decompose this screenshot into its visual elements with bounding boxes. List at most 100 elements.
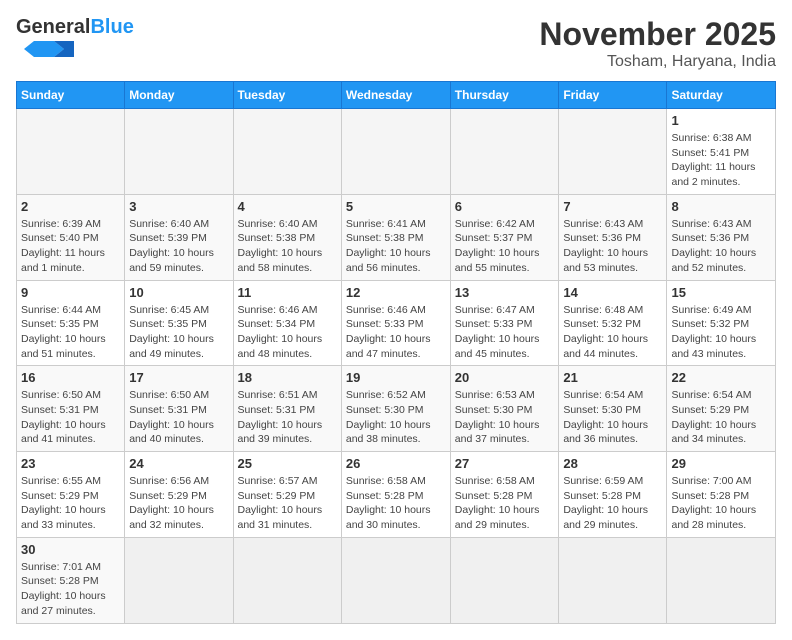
day-header-tuesday: Tuesday [233, 82, 341, 109]
day-number: 1 [671, 113, 771, 128]
calendar-cell: 8Sunrise: 6:43 AM Sunset: 5:36 PM Daylig… [667, 194, 776, 280]
calendar-cell [341, 109, 450, 195]
day-number: 10 [129, 285, 228, 300]
day-info: Sunrise: 6:54 AM Sunset: 5:29 PM Dayligh… [671, 388, 771, 447]
day-info: Sunrise: 6:46 AM Sunset: 5:34 PM Dayligh… [238, 303, 337, 362]
calendar-cell: 7Sunrise: 6:43 AM Sunset: 5:36 PM Daylig… [559, 194, 667, 280]
day-number: 21 [563, 370, 662, 385]
day-info: Sunrise: 6:38 AM Sunset: 5:41 PM Dayligh… [671, 131, 771, 190]
calendar-cell: 11 Sunrise: 6:46 AM Sunset: 5:34 PM Dayli… [233, 280, 341, 366]
day-header-wednesday: Wednesday [341, 82, 450, 109]
calendar-cell: 27 Sunrise: 6:58 AM Sunset: 5:28 PM Dayli… [450, 452, 559, 538]
day-header-monday: Monday [125, 82, 233, 109]
day-info: Sunrise: 6:40 AM Sunset: 5:38 PM Dayligh… [238, 217, 337, 276]
calendar-cell [450, 537, 559, 623]
day-info: Sunrise: 6:50 AM Sunset: 5:31 PM Dayligh… [21, 388, 120, 447]
day-number: 2 [21, 199, 120, 214]
calendar-week-6: 30Sunrise: 7:01 AM Sunset: 5:28 PM Dayli… [17, 537, 776, 623]
day-header-saturday: Saturday [667, 82, 776, 109]
calendar-cell: 16 Sunrise: 6:50 AM Sunset: 5:31 PM Dayli… [17, 366, 125, 452]
day-number: 3 [129, 199, 228, 214]
logo: GeneralBlue [16, 16, 134, 57]
calendar-cell: 3 Sunrise: 6:40 AM Sunset: 5:39 PM Daylig… [125, 194, 233, 280]
month-title: November 2025 [539, 16, 776, 53]
calendar-week-3: 9 Sunrise: 6:44 AM Sunset: 5:35 PM Daylig… [17, 280, 776, 366]
day-info: Sunrise: 6:44 AM Sunset: 5:35 PM Dayligh… [21, 303, 120, 362]
calendar-week-4: 16 Sunrise: 6:50 AM Sunset: 5:31 PM Dayli… [17, 366, 776, 452]
day-info: Sunrise: 6:57 AM Sunset: 5:29 PM Dayligh… [238, 474, 337, 533]
day-header-friday: Friday [559, 82, 667, 109]
title-area: November 2025 Tosham, Haryana, India [539, 16, 776, 71]
calendar-cell [341, 537, 450, 623]
day-number: 16 [21, 370, 120, 385]
calendar-cell [450, 109, 559, 195]
location: Tosham, Haryana, India [539, 53, 776, 71]
day-header-thursday: Thursday [450, 82, 559, 109]
calendar-cell: 10 Sunrise: 6:45 AM Sunset: 5:35 PM Dayli… [125, 280, 233, 366]
calendar-cell: 21 Sunrise: 6:54 AM Sunset: 5:30 PM Dayli… [559, 366, 667, 452]
day-info: Sunrise: 6:53 AM Sunset: 5:30 PM Dayligh… [455, 388, 555, 447]
day-info: Sunrise: 6:58 AM Sunset: 5:28 PM Dayligh… [346, 474, 446, 533]
day-number: 4 [238, 199, 337, 214]
day-number: 13 [455, 285, 555, 300]
calendar-cell: 17 Sunrise: 6:50 AM Sunset: 5:31 PM Dayli… [125, 366, 233, 452]
day-number: 18 [238, 370, 337, 385]
day-info: Sunrise: 6:41 AM Sunset: 5:38 PM Dayligh… [346, 217, 446, 276]
calendar-cell [233, 537, 341, 623]
calendar-week-5: 23Sunrise: 6:55 AM Sunset: 5:29 PM Dayli… [17, 452, 776, 538]
day-info: Sunrise: 6:48 AM Sunset: 5:32 PM Dayligh… [563, 303, 662, 362]
day-info: Sunrise: 6:43 AM Sunset: 5:36 PM Dayligh… [563, 217, 662, 276]
page-header: GeneralBlue November 2025 Tosham, Haryan… [16, 16, 776, 71]
day-number: 25 [238, 456, 337, 471]
calendar-cell: 26 Sunrise: 6:58 AM Sunset: 5:28 PM Dayli… [341, 452, 450, 538]
day-info: Sunrise: 6:50 AM Sunset: 5:31 PM Dayligh… [129, 388, 228, 447]
calendar-cell: 2 Sunrise: 6:39 AM Sunset: 5:40 PM Daylig… [17, 194, 125, 280]
calendar-cell: 30Sunrise: 7:01 AM Sunset: 5:28 PM Dayli… [17, 537, 125, 623]
day-number: 9 [21, 285, 120, 300]
day-info: Sunrise: 6:52 AM Sunset: 5:30 PM Dayligh… [346, 388, 446, 447]
calendar-cell [233, 109, 341, 195]
day-number: 5 [346, 199, 446, 214]
calendar-cell [667, 537, 776, 623]
day-number: 29 [671, 456, 771, 471]
day-info: Sunrise: 6:42 AM Sunset: 5:37 PM Dayligh… [455, 217, 555, 276]
calendar-cell: 22Sunrise: 6:54 AM Sunset: 5:29 PM Dayli… [667, 366, 776, 452]
day-number: 26 [346, 456, 446, 471]
day-info: Sunrise: 7:00 AM Sunset: 5:28 PM Dayligh… [671, 474, 771, 533]
day-info: Sunrise: 6:58 AM Sunset: 5:28 PM Dayligh… [455, 474, 555, 533]
calendar-cell [125, 537, 233, 623]
calendar-cell: 5 Sunrise: 6:41 AM Sunset: 5:38 PM Daylig… [341, 194, 450, 280]
calendar-week-2: 2 Sunrise: 6:39 AM Sunset: 5:40 PM Daylig… [17, 194, 776, 280]
day-number: 28 [563, 456, 662, 471]
day-info: Sunrise: 6:49 AM Sunset: 5:32 PM Dayligh… [671, 303, 771, 362]
day-info: Sunrise: 6:54 AM Sunset: 5:30 PM Dayligh… [563, 388, 662, 447]
calendar-cell: 4 Sunrise: 6:40 AM Sunset: 5:38 PM Daylig… [233, 194, 341, 280]
day-number: 30 [21, 542, 120, 557]
day-number: 24 [129, 456, 228, 471]
day-info: Sunrise: 6:56 AM Sunset: 5:29 PM Dayligh… [129, 474, 228, 533]
calendar-cell: 28Sunrise: 6:59 AM Sunset: 5:28 PM Dayli… [559, 452, 667, 538]
day-info: Sunrise: 6:40 AM Sunset: 5:39 PM Dayligh… [129, 217, 228, 276]
day-info: Sunrise: 6:45 AM Sunset: 5:35 PM Dayligh… [129, 303, 228, 362]
calendar-cell [559, 537, 667, 623]
day-info: Sunrise: 6:39 AM Sunset: 5:40 PM Dayligh… [21, 217, 120, 276]
calendar-cell: 29 Sunrise: 7:00 AM Sunset: 5:28 PM Dayli… [667, 452, 776, 538]
day-header-sunday: Sunday [17, 82, 125, 109]
day-number: 17 [129, 370, 228, 385]
day-number: 11 [238, 285, 337, 300]
calendar-cell: 19 Sunrise: 6:52 AM Sunset: 5:30 PM Dayli… [341, 366, 450, 452]
calendar-cell: 23Sunrise: 6:55 AM Sunset: 5:29 PM Dayli… [17, 452, 125, 538]
day-number: 20 [455, 370, 555, 385]
day-info: Sunrise: 6:46 AM Sunset: 5:33 PM Dayligh… [346, 303, 446, 362]
day-number: 15 [671, 285, 771, 300]
day-number: 19 [346, 370, 446, 385]
day-number: 6 [455, 199, 555, 214]
calendar-cell [559, 109, 667, 195]
day-number: 27 [455, 456, 555, 471]
calendar-cell: 6 Sunrise: 6:42 AM Sunset: 5:37 PM Daylig… [450, 194, 559, 280]
calendar-cell: 14Sunrise: 6:48 AM Sunset: 5:32 PM Dayli… [559, 280, 667, 366]
logo-text: GeneralBlue [16, 16, 134, 39]
calendar-cell: 9 Sunrise: 6:44 AM Sunset: 5:35 PM Daylig… [17, 280, 125, 366]
logo-icon [16, 39, 76, 57]
calendar-header-row: SundayMondayTuesdayWednesdayThursdayFrid… [17, 82, 776, 109]
